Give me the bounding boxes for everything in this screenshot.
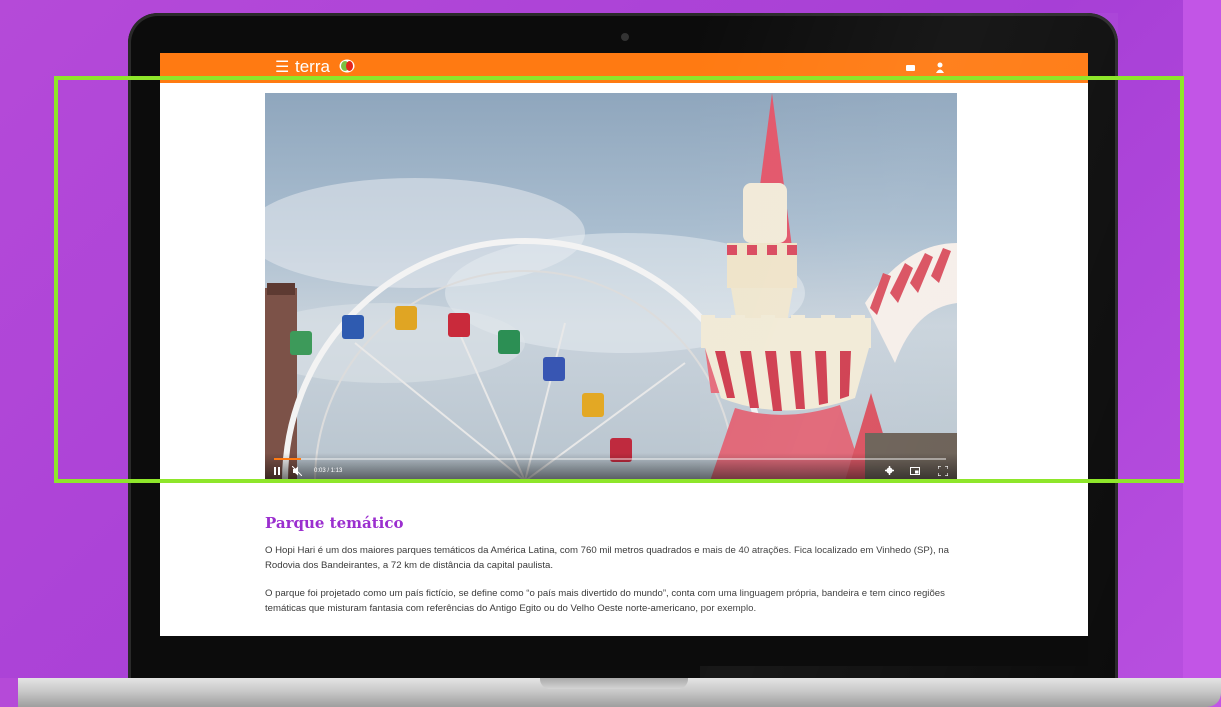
video-player[interactable]: 0:03 / 1:13 [265,93,957,481]
camera-icon [621,33,629,41]
laptop-notch [540,678,688,689]
user-icon[interactable] [936,62,944,74]
mute-icon[interactable] [292,466,302,476]
laptop-bezel [160,636,1088,666]
article-title: Parque temático [265,514,404,532]
fullscreen-icon[interactable] [938,466,948,476]
site-logo[interactable]: terra [295,57,330,77]
article-paragraph: O Hopi Hari é um dos maiores parques tem… [265,545,949,571]
progress-track[interactable] [274,458,946,460]
background-corner [0,678,18,707]
site-header: ☰ terra [160,53,1088,83]
pause-icon[interactable] [273,467,281,475]
settings-icon[interactable] [885,466,894,475]
video-frame [265,93,957,481]
pip-icon[interactable] [910,467,920,475]
article-paragraph: O parque foi projetado como um país fict… [265,588,945,614]
menu-icon[interactable]: ☰ [275,59,289,77]
progress-fill [274,458,301,460]
video-controls: 0:03 / 1:13 [265,453,957,481]
terra-logo-icon [339,59,355,73]
background-strip [1183,0,1221,707]
mail-icon[interactable] [906,65,915,71]
time-display: 0:03 / 1:13 [314,468,343,474]
browser-screen: ☰ terra 0:03 / 1:13 Parque temático O Ho… [160,53,1088,636]
